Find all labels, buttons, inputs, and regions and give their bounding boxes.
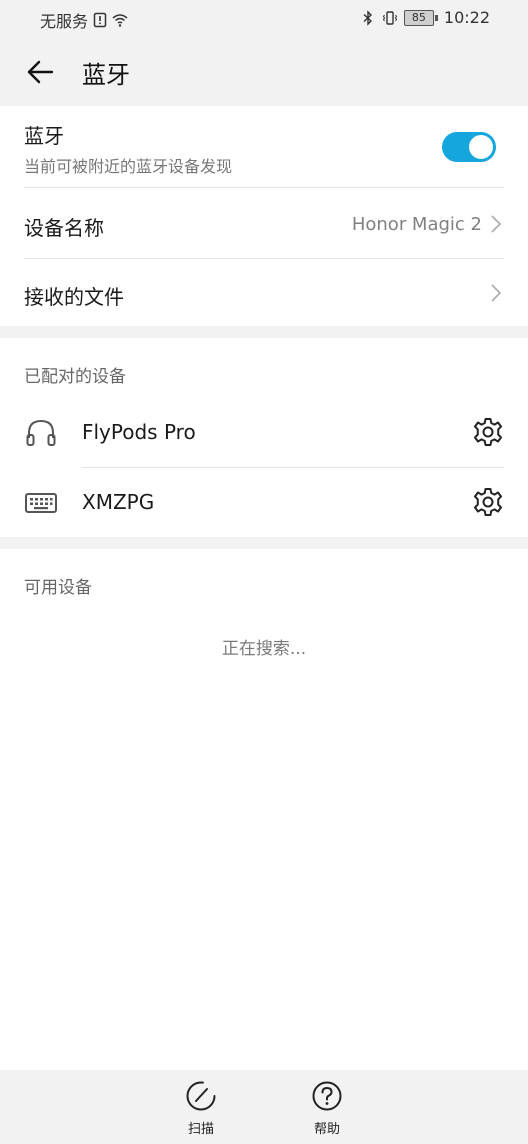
battery-indicator: 85 — [403, 9, 438, 26]
page-title: 蓝牙 — [82, 61, 130, 89]
chevron-right-icon — [491, 284, 502, 302]
paired-devices-card: 已配对的设备 FlyPods Pro XMZPG — [0, 338, 528, 537]
keyboard-icon — [25, 493, 57, 513]
paired-device-row[interactable]: FlyPods Pro — [0, 398, 528, 466]
bluetooth-settings-card: 蓝牙 当前可被附近的蓝牙设备发现 设备名称 Honor Magic 2 接收的文… — [0, 106, 528, 326]
app-bar: 蓝牙 — [0, 36, 528, 106]
chevron-right-icon — [491, 215, 502, 233]
scan-button[interactable]: 扫描 — [171, 1080, 231, 1140]
device-name-row[interactable]: 设备名称 Honor Magic 2 — [24, 188, 504, 258]
scan-icon — [186, 1081, 216, 1111]
bluetooth-toggle[interactable] — [442, 132, 496, 162]
status-right: 85 10:22 — [360, 8, 490, 27]
battery-level: 85 — [411, 11, 426, 24]
help-button[interactable]: 帮助 — [297, 1080, 357, 1140]
paired-device-row[interactable]: XMZPG — [0, 468, 528, 536]
gear-icon[interactable] — [472, 416, 504, 448]
bottom-toolbar: 扫描 帮助 — [0, 1070, 528, 1144]
help-label: 帮助 — [313, 1122, 340, 1137]
searching-status: 正在搜索... — [221, 639, 307, 659]
status-bar: 无服务 85 10:22 — [0, 0, 528, 36]
status-left: 无服务 — [40, 8, 128, 32]
received-files-row[interactable]: 接收的文件 — [24, 259, 504, 326]
carrier-text: 无服务 — [40, 12, 89, 31]
bluetooth-subtitle: 当前可被附近的蓝牙设备发现 — [24, 157, 233, 176]
arrow-left-icon — [27, 60, 54, 84]
available-devices-header: 可用设备 — [24, 578, 92, 598]
available-devices-card: 可用设备 正在搜索... — [0, 549, 528, 1070]
toggle-knob — [469, 135, 493, 159]
device-name-value: Honor Magic 2 — [351, 214, 482, 235]
back-button[interactable] — [22, 54, 58, 90]
paired-devices-header: 已配对的设备 — [24, 367, 126, 387]
clock: 10:22 — [443, 8, 490, 27]
wifi-icon — [112, 14, 128, 27]
received-files-label: 接收的文件 — [24, 285, 124, 309]
device-name: XMZPG — [82, 490, 155, 514]
help-icon — [312, 1081, 342, 1111]
sim-alert-icon — [93, 12, 107, 28]
scan-label: 扫描 — [187, 1122, 214, 1137]
gear-icon[interactable] — [472, 486, 504, 518]
device-name-label: 设备名称 — [24, 216, 104, 240]
bluetooth-title: 蓝牙 — [24, 124, 64, 148]
bluetooth-status-icon — [363, 9, 372, 26]
bluetooth-toggle-row[interactable]: 蓝牙 当前可被附近的蓝牙设备发现 — [24, 120, 504, 180]
headset-icon — [26, 419, 56, 446]
vibrate-icon — [382, 10, 397, 25]
device-name: FlyPods Pro — [82, 420, 196, 444]
